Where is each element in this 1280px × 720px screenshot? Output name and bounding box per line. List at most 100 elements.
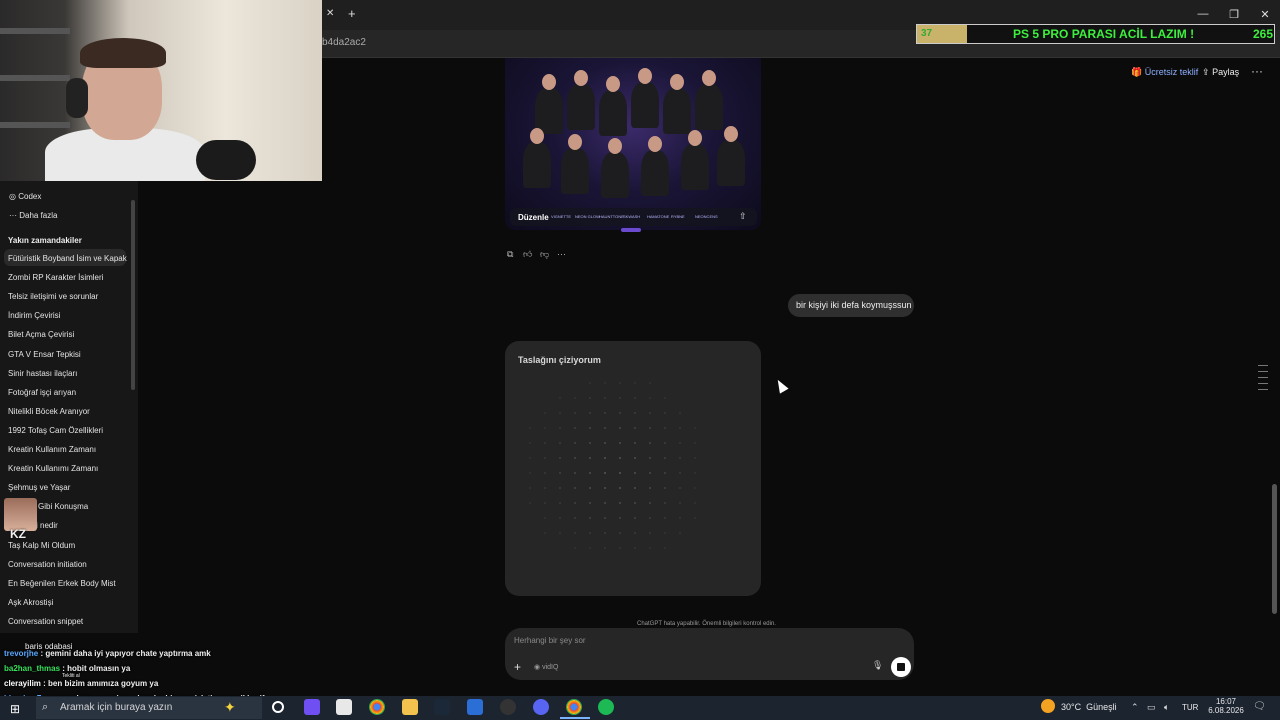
sidebar-chat-item[interactable]: Fütüristik Boyband İsim ve Kapak: [8, 254, 127, 263]
sidebar-chat-item[interactable]: Bilet Açma Çevirisi: [8, 330, 74, 339]
loading-dot: [529, 487, 531, 489]
sidebar-chat-item[interactable]: Conversation initiation: [8, 560, 87, 569]
sidebar-chat-item[interactable]: Sinir hastası ilaçları: [8, 369, 77, 378]
loading-dot: [574, 532, 576, 534]
loading-dot: [649, 487, 651, 489]
sidebar-chat-item[interactable]: Fotoğraf işçi arıyan: [8, 388, 76, 397]
free-offer-button[interactable]: 🎁 Ücretsiz teklif: [1131, 67, 1198, 78]
sidebar-chat-item[interactable]: Gibi Konuşma: [38, 502, 88, 511]
app-icon[interactable]: [467, 699, 483, 715]
loading-dot: [694, 517, 696, 519]
sidebar-chat-item[interactable]: Nitelikli Böcek Aranıyor: [8, 407, 90, 416]
loading-dot: [559, 532, 561, 534]
style-chip[interactable]: VIGNETTE: [551, 214, 571, 219]
stream-chat-message: clerayilim : ben bizim amımıza goyum ya: [4, 679, 158, 688]
scroll-marker[interactable]: [1258, 377, 1268, 378]
language-indicator[interactable]: TUR: [1182, 703, 1198, 712]
sidebar-chat-item[interactable]: Aşk Akrostiși: [8, 598, 53, 607]
sidebar-chat-item[interactable]: İndirim Çevirisi: [8, 311, 60, 320]
sidebar-chat-item[interactable]: Kreatin Kullanımı Zamanı: [8, 464, 98, 473]
app-icon[interactable]: [500, 699, 516, 715]
sidebar-chat-item[interactable]: Zombi RP Karakter İsimleri: [8, 273, 103, 282]
store-icon[interactable]: [336, 699, 352, 715]
microphone-icon[interactable]: 🎙︎: [872, 660, 883, 671]
chevron-up-icon[interactable]: ⌃: [1131, 702, 1139, 713]
minimize-button[interactable]: —: [1193, 8, 1213, 20]
taskbar-clock[interactable]: 16:07 6.08.2026: [1207, 697, 1245, 715]
scroll-marker[interactable]: [1258, 389, 1268, 390]
loading-dot: [634, 382, 636, 384]
generated-image[interactable]: [505, 58, 761, 230]
loading-dot: [574, 442, 576, 444]
new-tab-button[interactable]: +: [348, 6, 356, 21]
sidebar-chat-item[interactable]: Kreatin Kullanım Zamanı: [8, 445, 96, 454]
more-actions-icon[interactable]: ···: [557, 249, 566, 259]
sidebar-scrollbar[interactable]: [131, 200, 135, 390]
windows-start-icon[interactable]: ⊞: [10, 702, 20, 716]
style-chip[interactable]: RYBNE: [671, 214, 685, 219]
sidebar-chat-item[interactable]: GTA V Ensar Tepkisi: [8, 350, 81, 359]
loading-dot: [574, 547, 576, 549]
scroll-marker[interactable]: [1258, 371, 1268, 372]
loading-dot: [589, 547, 591, 549]
maximize-button[interactable]: ❐: [1224, 8, 1244, 21]
thumbs-up-icon[interactable]: 👍︎: [523, 249, 532, 260]
mouse-cursor: [773, 377, 789, 394]
sidebar-chat-item[interactable]: En Beğenilen Erkek Body Mist: [8, 579, 116, 588]
share-label: Paylaş: [1212, 67, 1240, 77]
loading-dot: [634, 442, 636, 444]
chat-text: : hobit olmasın ya: [60, 664, 131, 673]
loading-dot: [604, 517, 606, 519]
sidebar-chat-item[interactable]: Taş Kalp Mi Oldum: [8, 541, 75, 550]
close-tab-icon[interactable]: ✕: [326, 8, 334, 19]
sidebar-item-codex[interactable]: ◎ Codex: [9, 192, 41, 201]
sidebar-item-label: Codex: [18, 192, 42, 201]
close-window-button[interactable]: ✕: [1255, 8, 1275, 21]
loading-dot: [559, 427, 561, 429]
app-icon[interactable]: [304, 699, 320, 715]
spotify-icon[interactable]: [598, 699, 614, 715]
sidebar-item-more[interactable]: ··· Daha fazla: [9, 211, 57, 220]
style-chip[interactable]: HAUNTTONE: [599, 214, 624, 219]
more-options-icon[interactable]: ···: [1251, 64, 1263, 78]
scroll-marker[interactable]: [1258, 383, 1268, 384]
edit-image-button[interactable]: Düzenle: [518, 213, 549, 222]
loading-dot: [679, 457, 681, 459]
message-input[interactable]: Herhangi bir şey sor: [514, 636, 586, 645]
notification-icon[interactable]: 🗨︎: [1253, 701, 1266, 712]
loading-dot: [544, 472, 546, 474]
vidiq-tool-button[interactable]: ◉ vidIQ: [534, 663, 558, 671]
network-icon[interactable]: ▭: [1147, 702, 1156, 713]
style-chip[interactable]: HAMATONE: [647, 214, 669, 219]
sidebar-chat-item[interactable]: 1992 Tofaş Cam Özellikleri: [8, 426, 103, 435]
loading-dot: [634, 457, 636, 459]
discord-icon[interactable]: [533, 699, 549, 715]
volume-icon[interactable]: 🔈︎: [1164, 702, 1169, 713]
sidebar-chat-item[interactable]: Conversation snippet: [8, 617, 83, 626]
chrome-icon[interactable]: [369, 699, 385, 715]
style-chip[interactable]: SKWASH: [623, 214, 640, 219]
loading-dot: [664, 457, 666, 459]
copy-icon[interactable]: ⧉: [507, 249, 513, 260]
sidebar-chat-item[interactable]: Telsiz iletişimi ve sorunlar: [8, 292, 98, 301]
steam-icon[interactable]: [434, 699, 450, 715]
style-chip[interactable]: NEON GLOW: [575, 214, 600, 219]
loading-dot: [574, 502, 576, 504]
cortana-icon[interactable]: [272, 701, 284, 713]
loading-dot: [694, 457, 696, 459]
loading-dot: [559, 397, 561, 399]
url-text[interactable]: b4da2ac2: [322, 37, 366, 48]
search-icon: ⌕: [42, 701, 49, 713]
file-explorer-icon[interactable]: [402, 699, 418, 715]
sidebar-chat-item[interactable]: Şehmuş ve Yaşar: [8, 483, 70, 492]
attach-plus-button[interactable]: +: [514, 660, 521, 674]
chrome-icon[interactable]: [566, 699, 582, 715]
main-scrollbar[interactable]: [1272, 484, 1277, 614]
thumbs-down-icon[interactable]: 👎︎: [540, 249, 549, 260]
share-button[interactable]: ⇪ Paylaş: [1202, 67, 1239, 78]
style-chip[interactable]: NEONCENS: [695, 214, 718, 219]
goal-banner-text: PS 5 PRO PARASI ACİL LAZIM !: [1013, 27, 1195, 41]
scroll-marker[interactable]: [1258, 365, 1268, 366]
weather-widget[interactable]: 30°C Güneşli: [1061, 702, 1117, 712]
download-icon[interactable]: ⇧: [739, 211, 747, 222]
